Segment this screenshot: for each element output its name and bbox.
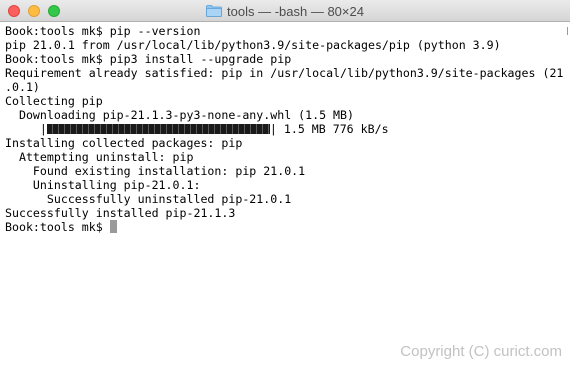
- terminal-line: Successfully uninstalled pip-21.0.1: [5, 192, 292, 206]
- terminal-line: pip 21.0.1 from /usr/local/lib/python3.9…: [5, 38, 501, 52]
- shell-prompt: Book:tools mk$: [5, 220, 110, 234]
- terminal-line: Requirement already satisfied: pip in /u…: [5, 66, 563, 80]
- terminal-line: .0.1): [5, 80, 40, 94]
- terminal-line: Found existing installation: pip 21.0.1: [5, 164, 306, 178]
- terminal-line: Successfully installed pip-21.1.3: [5, 206, 236, 220]
- terminal-line: Attempting uninstall: pip: [5, 150, 194, 164]
- progress-indent: [5, 122, 40, 136]
- progress-bar-start: |: [39, 122, 47, 136]
- text-cursor: [109, 220, 117, 233]
- title-bar[interactable]: tools — -bash — 80×24: [0, 0, 570, 22]
- progress-bar: [46, 124, 270, 134]
- copyright-watermark: Copyright (C) curict.com: [400, 343, 562, 360]
- terminal-line: Book:tools mk$ pip3 install --upgrade pi…: [5, 52, 292, 66]
- terminal-line: Downloading pip-21.1.3-py3-none-any.whl …: [5, 108, 355, 122]
- terminal-line: Uninstalling pip-21.0.1:: [5, 178, 201, 192]
- download-progress-line: | | 1.5 MB 776 kB/s: [5, 122, 563, 136]
- scroll-indicator[interactable]: [567, 27, 568, 35]
- progress-stats: 1.5 MB 776 kB/s: [276, 122, 389, 136]
- terminal-line: Installing collected packages: pip: [5, 136, 243, 150]
- terminal-output[interactable]: Book:tools mk$ pip --version pip 21.0.1 …: [5, 24, 563, 234]
- terminal-line: Collecting pip: [5, 94, 103, 108]
- window-title-group: tools — -bash — 80×24: [0, 0, 570, 22]
- prompt-line[interactable]: Book:tools mk$: [5, 220, 563, 234]
- folder-icon: [206, 5, 222, 17]
- progress-bar-end: |: [269, 122, 277, 136]
- window-title: tools — -bash — 80×24: [227, 3, 364, 19]
- terminal-line: Book:tools mk$ pip --version: [5, 24, 201, 38]
- terminal-window: tools — -bash — 80×24 Book:tools mk$ pip…: [0, 0, 570, 366]
